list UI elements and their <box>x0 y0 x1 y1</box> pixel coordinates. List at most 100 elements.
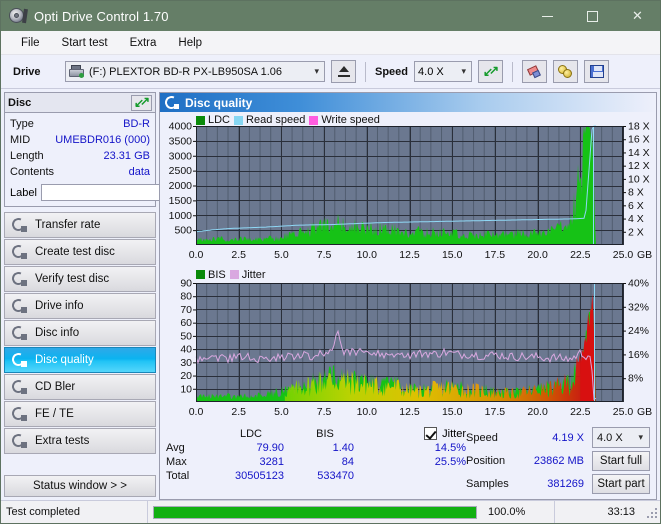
app-logo-icon <box>9 7 28 25</box>
disc-panel-title: Disc <box>8 96 32 109</box>
drive-label: Drive <box>13 65 41 78</box>
chart-bis-jitter: BIS Jitter 90 80 70 60 50 40 30 20 10 40% 32% 24% 16%… <box>160 267 656 423</box>
x-axis-tick: 20.0 <box>527 249 548 261</box>
y-axis-tick-left: 10 <box>180 383 192 395</box>
speed-select[interactable]: 4.0 X ▾ <box>414 61 473 82</box>
speed-result-label: Speed <box>466 431 498 444</box>
copy-disc-button[interactable] <box>553 60 579 83</box>
samples-value: 381269 <box>547 478 584 490</box>
sidebar-item-verify-test-disc[interactable]: Verify test disc <box>4 266 156 292</box>
disc-refresh-button[interactable]: ↙ ↗ <box>131 94 152 111</box>
start-full-button[interactable]: Start full <box>592 451 650 471</box>
eject-button[interactable] <box>331 60 356 83</box>
disc-type-value: BD-R <box>123 118 150 130</box>
disc-label-row: Label <box>10 183 243 202</box>
sidebar-item-disc-quality[interactable]: Disc quality <box>4 347 156 373</box>
y-axis-tick-right: 12 X <box>628 160 650 172</box>
chart-top-canvas: 400035003000250020001500100050018 X16 X1… <box>169 121 653 262</box>
x-axis-tick: 15.0 <box>442 249 463 261</box>
y-axis-tick-right: 2 X <box>628 226 644 238</box>
resize-grip[interactable] <box>645 506 657 518</box>
disc-quality-header: Disc quality <box>160 93 656 112</box>
x-axis-tick: 15.0 <box>442 406 463 418</box>
stats-total-bis: 533470 <box>317 470 354 482</box>
menu-file[interactable]: File <box>10 34 51 52</box>
eraser-icon <box>527 64 542 78</box>
disc-extra-icon <box>10 432 27 449</box>
drive-select-value: (F:) PLEXTOR BD-R PX-LB950SA 1.06 <box>89 65 282 78</box>
menu-start-test[interactable]: Start test <box>51 34 119 52</box>
charts-area: LDC Read speed Write speed 4000 3500 3000 250… <box>160 112 656 423</box>
y-axis-tick-right: 8 X <box>628 187 644 199</box>
start-part-button[interactable]: Start part <box>592 474 650 494</box>
disc-type-label: Type <box>10 118 34 130</box>
disc-info-icon <box>10 324 27 341</box>
status-window-button[interactable]: Status window > > <box>4 475 156 497</box>
y-axis-tick-left: 1000 <box>169 210 193 222</box>
y-axis-tick-right: 32% <box>628 301 649 313</box>
y-axis-tick-right: 6 X <box>628 200 644 212</box>
maximize-button[interactable] <box>570 1 615 31</box>
stats-max-ldc: 3281 <box>259 456 284 468</box>
disc-label-label: Label <box>10 186 37 199</box>
sidebar-item-extra-tests[interactable]: Extra tests <box>4 428 156 454</box>
disc-panel: Disc ↙ ↗ Type BD-R MID UMEBDR016 (000) L… <box>4 92 243 207</box>
refresh-button[interactable]: ↙ ↗ <box>478 60 504 83</box>
disc-length-value: 23.31 GB <box>103 150 150 162</box>
x-axis-tick: 0.0 <box>189 249 204 261</box>
erase-button[interactable] <box>522 60 548 83</box>
y-axis-tick-right: 24% <box>628 325 649 337</box>
y-axis-tick-right: 40% <box>628 277 649 289</box>
x-axis-tick: 7.5 <box>317 249 332 261</box>
menu-extra[interactable]: Extra <box>119 34 168 52</box>
sidebar-item-label: Disc info <box>35 327 80 339</box>
two-discs-icon <box>558 65 573 78</box>
disc-arrow-icon <box>10 216 27 233</box>
sidebar-item-label: Create test disc <box>35 246 115 258</box>
x-axis-tick: 5.0 <box>274 249 289 261</box>
x-axis-tick: 17.5 <box>485 406 506 418</box>
x-axis-tick: 25.0 <box>613 406 634 418</box>
y-axis-tick-left: 50 <box>180 330 192 342</box>
sidebar-item-fe-te[interactable]: FE / TE <box>4 401 156 427</box>
sidebar-item-drive-info[interactable]: Drive info <box>4 293 156 319</box>
speed-select-value: 4.0 X <box>418 65 444 78</box>
y-axis-tick-left: 3000 <box>169 150 193 162</box>
x-axis-tick: 20.0 <box>527 406 548 418</box>
save-button[interactable] <box>584 60 610 83</box>
speed-result-value: 4.19 X <box>552 431 584 444</box>
test-speed-value: 4.0 X <box>597 431 623 444</box>
y-axis-tick-left: 2500 <box>169 165 193 177</box>
y-axis-tick-left: 80 <box>180 290 192 302</box>
sidebar-item-cd-bler[interactable]: CD Bler <box>4 374 156 400</box>
x-axis-label: GB <box>637 249 652 261</box>
menu-help[interactable]: Help <box>167 34 213 52</box>
chart-bottom-canvas: 908070 60504030 2010 40% 32% 24% 16% 8% 0.0 2.5 5.… <box>180 277 652 418</box>
drive-select[interactable]: (F:) PLEXTOR BD-R PX-LB950SA 1.06 ▾ <box>65 61 325 82</box>
app-body: Disc ↙ ↗ Type BD-R MID UMEBDR016 (000) L… <box>1 89 660 500</box>
x-axis-tick: 22.5 <box>570 249 591 261</box>
sidebar-item-label: Extra tests <box>35 435 90 447</box>
disc-write-icon <box>10 243 27 260</box>
stats-area: LDC BIS Jitter Avg 79.90 1.40 14.5% Max <box>160 423 656 499</box>
menu-bar: File Start test Extra Help <box>1 31 660 55</box>
sidebar-item-disc-info[interactable]: Disc info <box>4 320 156 346</box>
progress-bar <box>153 505 477 519</box>
x-axis-tick: 5.0 <box>274 406 289 418</box>
y-axis-tick-left: 20 <box>180 370 192 382</box>
jitter-checkbox[interactable] <box>424 427 438 440</box>
sidebar-item-create-test-disc[interactable]: Create test disc <box>4 239 156 265</box>
disc-row-mid: MID UMEBDR016 (000) <box>10 133 150 148</box>
floppy-save-icon <box>589 65 604 78</box>
close-icon[interactable]: ✕ <box>615 1 660 31</box>
disc-bler-icon <box>10 378 27 395</box>
stats-avg-bis: 1.40 <box>332 442 354 454</box>
speed-label: Speed <box>375 65 409 78</box>
sidebar-item-transfer-rate[interactable]: Transfer rate <box>4 212 156 238</box>
y-axis-tick-right: 10 X <box>628 173 650 185</box>
chevron-down-icon: ▾ <box>461 66 467 76</box>
title-bar: Opti Drive Control 1.70 ✕ <box>1 1 660 31</box>
minimize-button[interactable] <box>525 1 570 31</box>
x-axis-tick: 10.0 <box>357 249 378 261</box>
